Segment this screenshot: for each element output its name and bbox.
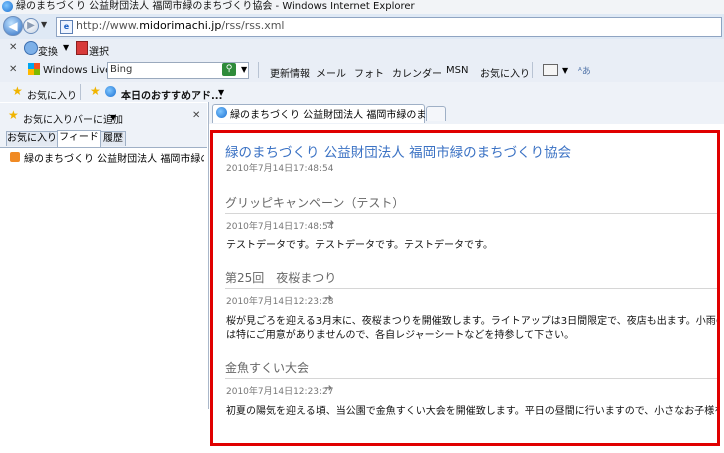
close-live-toolbar-icon[interactable]: ✕ bbox=[9, 64, 17, 75]
favorites-center-pane bbox=[0, 102, 209, 409]
windows-live-button[interactable]: Windows Live bbox=[43, 65, 111, 76]
link-updates[interactable]: 更新情報 bbox=[270, 65, 310, 80]
page-icon: e bbox=[60, 20, 73, 34]
close-pane-icon[interactable]: ✕ bbox=[192, 110, 200, 121]
address-url[interactable]: http://www.midorimachi.jp/rss/rss.xml bbox=[76, 19, 285, 32]
translate-icon bbox=[24, 41, 38, 55]
window-icon[interactable] bbox=[543, 64, 558, 76]
back-button[interactable]: ◀ bbox=[3, 16, 23, 36]
window-title: 緑のまちづくり 公益財団法人 福岡市緑のまちづくり協会 - Windows In… bbox=[16, 1, 415, 12]
toolbar-divider bbox=[532, 62, 533, 78]
language-icon[interactable]: ᴬあ bbox=[578, 64, 591, 77]
highlight-frame bbox=[210, 130, 720, 446]
translate-button[interactable]: 変換 bbox=[38, 43, 58, 58]
translate-dropdown-icon[interactable]: ▼ bbox=[63, 43, 69, 52]
favorites-star-icon: ★ bbox=[12, 84, 23, 98]
search-dropdown-icon[interactable]: ▼ bbox=[241, 65, 247, 74]
add-favorites-star-icon: ★ bbox=[8, 108, 19, 122]
new-tab-button[interactable] bbox=[426, 106, 446, 121]
tab-history[interactable]: 履歴 bbox=[100, 131, 126, 146]
add-to-favorites-bar-button[interactable]: お気に入りバーに追加 bbox=[23, 111, 123, 126]
link-favorites[interactable]: お気に入り bbox=[480, 65, 530, 80]
favorite-link[interactable]: 本日のおすすめアド... bbox=[121, 87, 222, 102]
tab-favorites[interactable]: お気に入り bbox=[6, 131, 58, 146]
ie-page-icon bbox=[105, 86, 116, 97]
browser-tab-label: 緑のまちづくり 公益財団法人 福岡市緑のまち... bbox=[230, 110, 446, 121]
bing-search-value: Bing bbox=[110, 64, 133, 75]
link-photo[interactable]: フォト bbox=[354, 65, 384, 80]
toolbar-divider bbox=[258, 62, 259, 78]
close-toolbar-icon[interactable]: ✕ bbox=[9, 42, 17, 53]
link-msn[interactable]: MSN bbox=[446, 65, 468, 76]
toolbar-divider bbox=[80, 84, 81, 100]
favorite-dropdown-icon[interactable]: ▼ bbox=[218, 88, 224, 97]
favorites-button[interactable]: お気に入り bbox=[27, 87, 77, 102]
forward-button[interactable]: ▶ bbox=[23, 18, 39, 34]
rss-feed-icon bbox=[10, 152, 20, 162]
link-mail[interactable]: メール bbox=[316, 65, 346, 80]
window-dropdown-icon[interactable]: ▼ bbox=[562, 66, 568, 75]
windows-logo-icon bbox=[28, 63, 40, 75]
link-calendar[interactable]: カレンダー bbox=[392, 65, 442, 80]
ie-logo-icon bbox=[2, 1, 13, 12]
bing-search-icon[interactable]: ⚲ bbox=[222, 63, 236, 76]
select-button[interactable]: 選択 bbox=[89, 43, 109, 58]
select-icon bbox=[76, 41, 88, 55]
tab-feeds[interactable]: フィード bbox=[57, 130, 101, 147]
add-favorite-icon[interactable]: ★ bbox=[90, 84, 101, 98]
history-dropdown-icon[interactable]: ▼ bbox=[41, 20, 47, 29]
add-favorites-dropdown-icon[interactable]: ▼ bbox=[110, 113, 116, 122]
tab-page-icon bbox=[216, 107, 227, 118]
feed-list-item[interactable]: 緑のまちづくり 公益財団法人 福岡市緑の... bbox=[24, 150, 204, 165]
address-domain: midorimachi.jp bbox=[139, 19, 222, 32]
window-title-bar: 緑のまちづくり 公益財団法人 福岡市緑のまちづくり協会 - Windows In… bbox=[0, 0, 724, 14]
